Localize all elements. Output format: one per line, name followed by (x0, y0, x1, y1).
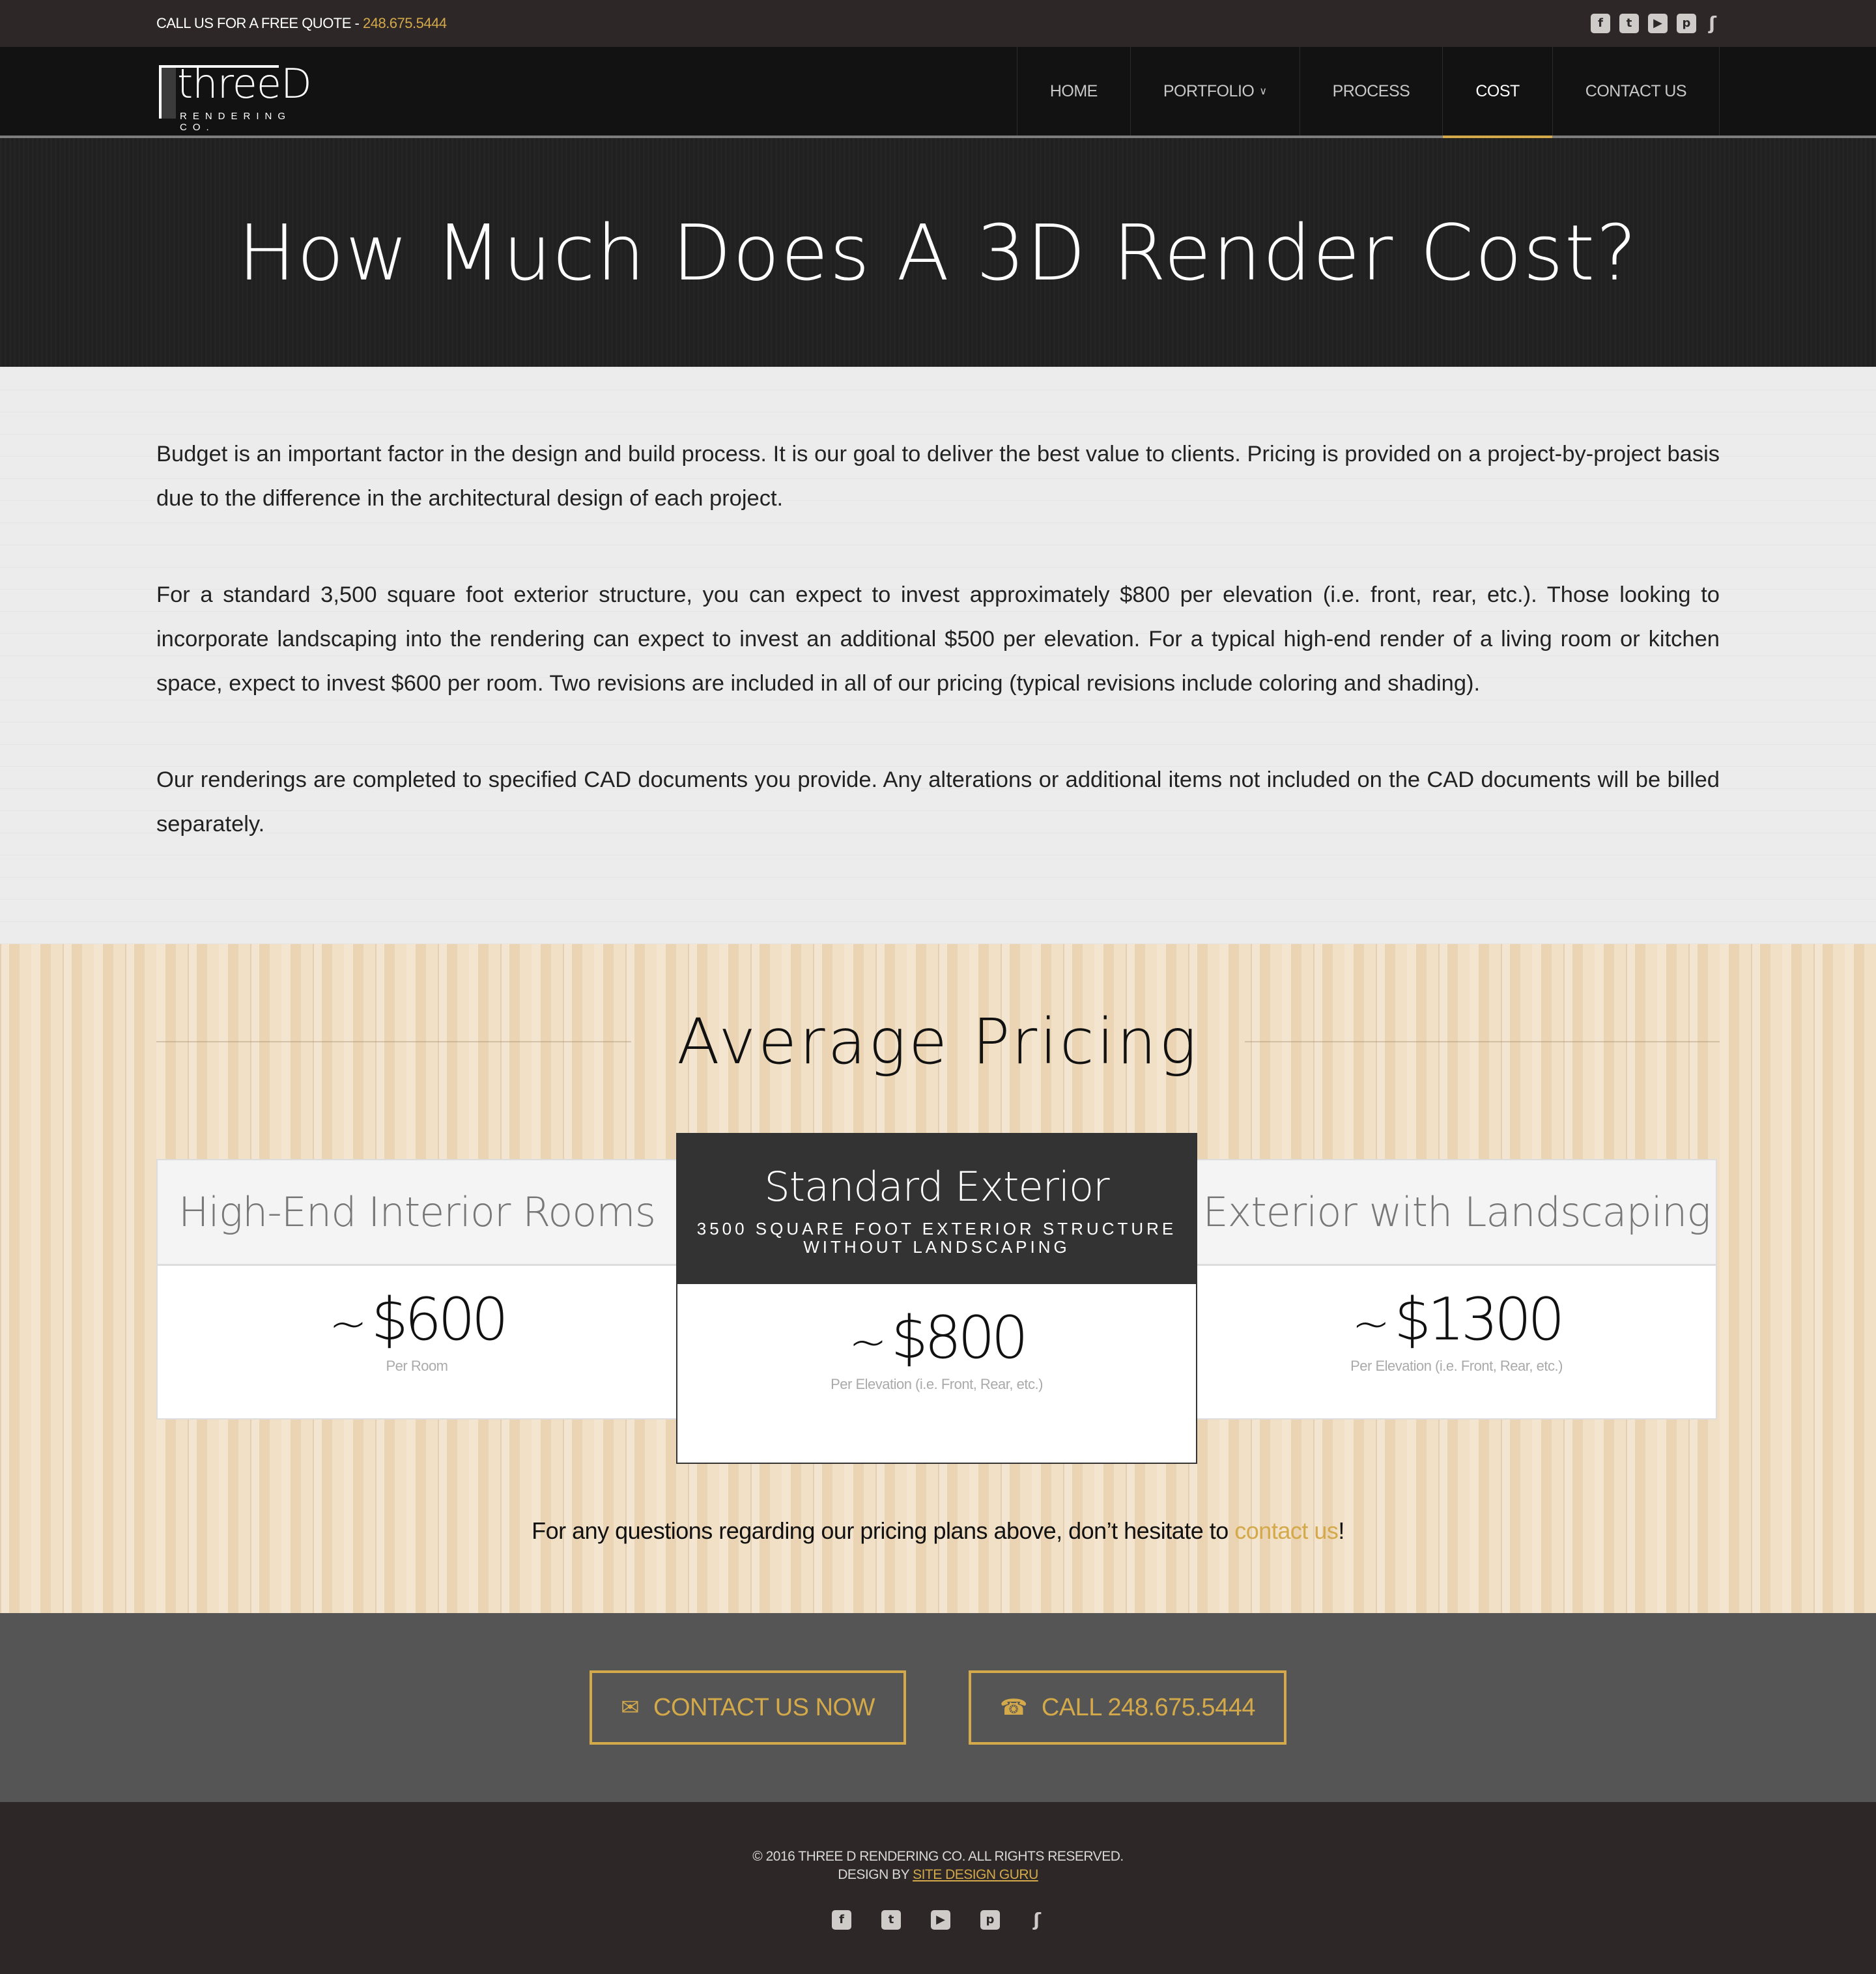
free-quote-text: CALL US FOR A FREE QUOTE - 248.675.5444 (156, 15, 447, 32)
logo[interactable]: threeD RENDERING CO. (156, 60, 326, 133)
pinterest-icon[interactable]: p (980, 1910, 1000, 1930)
price-value: $600 (371, 1285, 509, 1354)
card-title: High-End Interior Rooms (178, 1188, 656, 1236)
cta-section: ✉ CONTACT US NOW ☎ CALL 248.675.5444 (0, 1613, 1876, 1802)
card-unit: Per Elevation (i.e. Front, Rear, etc.) (1350, 1358, 1563, 1374)
top-bar: CALL US FOR A FREE QUOTE - 248.675.5444 … (0, 0, 1876, 47)
footer: © 2016 THREE D RENDERING CO. ALL RIGHTS … (0, 1802, 1876, 1974)
nav-label: PORTFOLIO (1163, 81, 1255, 100)
designer-link[interactable]: SITE DESIGN GURU (913, 1867, 1038, 1882)
quote-label: CALL US FOR A FREE QUOTE - (156, 15, 363, 31)
nav-label: HOME (1049, 81, 1098, 100)
pricing-card-landscaping: Exterior with Landscaping ~$1300 Per Ele… (1196, 1159, 1717, 1420)
intro-paragraph: For a standard 3,500 square foot exterio… (156, 582, 1720, 696)
houzz-icon[interactable]: ʃ (1030, 1910, 1044, 1930)
pricing-heading-row: Average Pricing (156, 1003, 1720, 1081)
card-header: Exterior with Landscaping (1197, 1160, 1716, 1266)
nav-label: COST (1475, 81, 1520, 100)
card-price: ~$800 (677, 1304, 1196, 1372)
copyright-text: © 2016 THREE D RENDERING CO. ALL RIGHTS … (752, 1849, 1124, 1864)
card-body: ~$600 Per Room (158, 1266, 676, 1418)
card-subtitle-line: 3500 SQUARE FOOT EXTERIOR STRUCTURE (696, 1218, 1177, 1238)
logo-wordmark: threeD (177, 60, 312, 107)
card-header: High-End Interior Rooms (158, 1160, 676, 1266)
footer-social-links: f t ▶ p ʃ (0, 1910, 1876, 1930)
youtube-icon[interactable]: ▶ (1648, 14, 1668, 33)
note-text: For any questions regarding our pricing … (532, 1517, 1235, 1544)
approx-symbol: ~ (849, 1315, 887, 1369)
divider (156, 1041, 632, 1042)
card-price: ~$1300 (1197, 1285, 1716, 1354)
pricing-card-interior: High-End Interior Rooms ~$600 Per Room (156, 1159, 677, 1420)
twitter-icon[interactable]: t (881, 1910, 901, 1930)
pricing-note: For any questions regarding our pricing … (156, 1517, 1720, 1545)
design-by-label: DESIGN BY (838, 1867, 913, 1882)
main-nav: HOME PORTFOLIO ∨ PROCESS COST CONTACT US (1016, 47, 1720, 138)
divider (1244, 1041, 1720, 1042)
contact-us-link[interactable]: contact us (1234, 1517, 1339, 1544)
nav-label: CONTACT US (1585, 81, 1687, 100)
card-title: Standard Exterior (764, 1162, 1109, 1210)
card-subtitle: 3500 SQUARE FOOT EXTERIOR STRUCTURE WITH… (697, 1220, 1177, 1256)
price-value: $800 (890, 1304, 1029, 1372)
pricing-title: Average Pricing (677, 1005, 1199, 1078)
page-title: How Much Does A 3D Render Cost? (238, 207, 1638, 298)
intro-paragraph: Budget is an important factor in the des… (156, 442, 1720, 511)
price-value: $1300 (1394, 1285, 1565, 1354)
nav-item-contact-us[interactable]: CONTACT US (1553, 47, 1720, 136)
design-credit: DESIGN BY SITE DESIGN GURU (0, 1866, 1876, 1884)
envelope-icon: ✉ (621, 1695, 640, 1721)
card-unit: Per Elevation (i.e. Front, Rear, etc.) (831, 1376, 1043, 1392)
note-text: ! (1338, 1517, 1344, 1544)
nav-item-process[interactable]: PROCESS (1300, 47, 1443, 136)
approx-symbol: ~ (1352, 1297, 1391, 1351)
button-label: CALL 248.675.5444 (1041, 1693, 1256, 1721)
call-button[interactable]: ☎ CALL 248.675.5444 (968, 1670, 1286, 1745)
houzz-icon[interactable]: ʃ (1705, 14, 1720, 33)
quote-phone-link[interactable]: 248.675.5444 (363, 15, 447, 31)
twitter-icon[interactable]: t (1619, 14, 1639, 33)
phone-icon: ☎ (999, 1695, 1027, 1721)
approx-symbol: ~ (329, 1297, 367, 1351)
main-navbar: threeD RENDERING CO. HOME PORTFOLIO ∨ PRO… (0, 47, 1876, 138)
nav-item-cost[interactable]: COST (1443, 47, 1553, 138)
nav-item-portfolio[interactable]: PORTFOLIO ∨ (1131, 47, 1300, 136)
nav-label: PROCESS (1332, 81, 1410, 100)
pricing-cards: High-End Interior Rooms ~$600 Per Room S… (156, 1133, 1720, 1472)
pinterest-icon[interactable]: p (1677, 14, 1696, 33)
header-social-links: f t ▶ p ʃ (1591, 14, 1720, 33)
hero-banner: How Much Does A 3D Render Cost? (0, 138, 1876, 367)
button-label: CONTACT US NOW (653, 1693, 875, 1721)
card-header: Standard Exterior 3500 SQUARE FOOT EXTER… (677, 1134, 1196, 1284)
card-unit: Per Room (386, 1358, 448, 1374)
card-price: ~$600 (158, 1285, 676, 1354)
logo-subtitle: RENDERING CO. (180, 111, 292, 133)
pricing-section: Average Pricing High-End Interior Rooms … (0, 944, 1876, 1613)
nav-item-home[interactable]: HOME (1017, 47, 1131, 136)
facebook-icon[interactable]: f (832, 1910, 851, 1930)
card-title: Exterior with Landscaping (1202, 1188, 1711, 1236)
card-body: ~$1300 Per Elevation (i.e. Front, Rear, … (1197, 1266, 1716, 1418)
card-subtitle-line: WITHOUT LANDSCAPING (803, 1237, 1070, 1257)
contact-us-now-button[interactable]: ✉ CONTACT US NOW (590, 1670, 906, 1745)
intro-section: Budget is an important factor in the des… (0, 367, 1876, 944)
card-body: ~$800 Per Elevation (i.e. Front, Rear, e… (677, 1284, 1196, 1463)
facebook-icon[interactable]: f (1591, 14, 1610, 33)
chevron-down-icon: ∨ (1259, 86, 1267, 97)
pricing-card-standard-exterior: Standard Exterior 3500 SQUARE FOOT EXTER… (676, 1133, 1197, 1464)
intro-paragraph: Our renderings are completed to specifie… (156, 767, 1720, 837)
youtube-icon[interactable]: ▶ (931, 1910, 950, 1930)
